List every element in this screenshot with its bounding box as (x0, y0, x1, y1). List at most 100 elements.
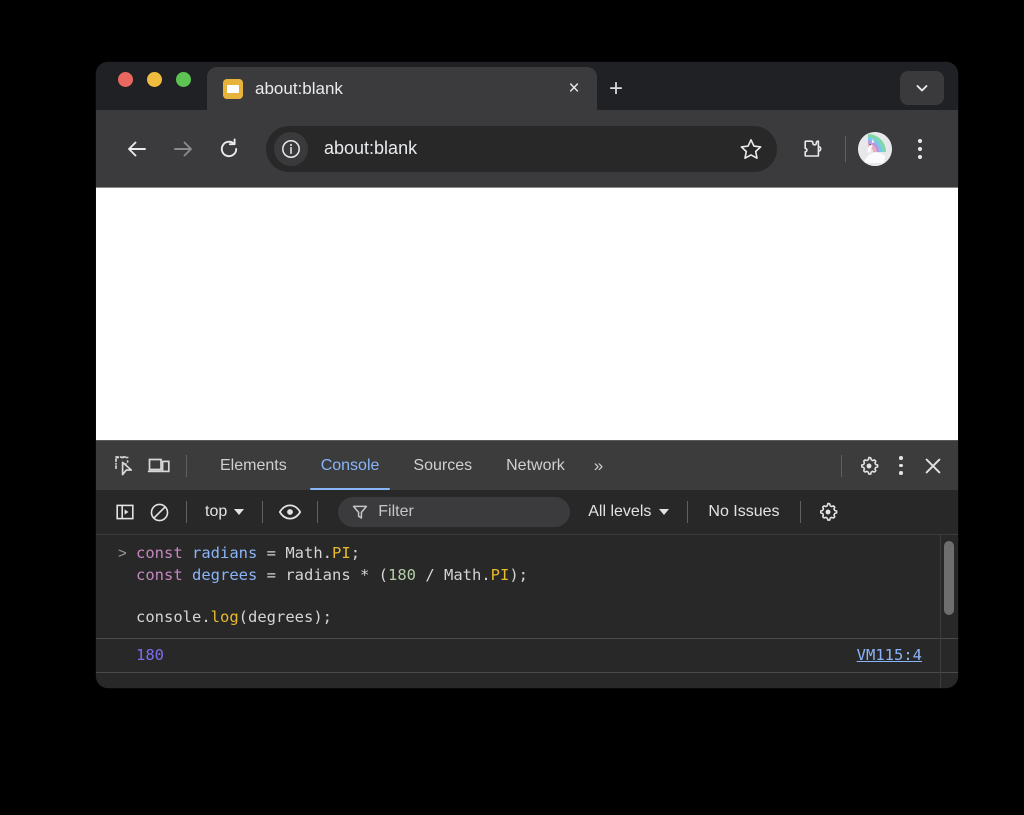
toolbar-divider (845, 135, 846, 162)
back-icon[interactable] (114, 126, 160, 172)
console-input-echo: > const radians = Math.PI; const degrees … (96, 543, 958, 629)
console-log-area[interactable]: > const radians = Math.PI; const degrees … (96, 535, 958, 688)
chevron-down-icon (659, 509, 670, 515)
tab-elements[interactable]: Elements (203, 441, 304, 490)
gear-icon[interactable] (852, 449, 886, 483)
console-filter-placeholder: Filter (378, 503, 414, 520)
log-levels-label: All levels (588, 503, 652, 520)
console-divider-1 (186, 501, 187, 523)
console-divider-3 (317, 501, 319, 523)
tab-console[interactable]: Console (304, 441, 397, 490)
code-token: const (136, 565, 183, 584)
address-bar-url: about:blank (324, 138, 418, 158)
browser-tab-title: about:blank (255, 78, 343, 98)
code-token: console (136, 608, 202, 626)
code-token: ( (238, 608, 249, 626)
filter-icon (353, 505, 368, 519)
browser-menu-icon[interactable] (900, 126, 940, 172)
console-sidebar-icon[interactable] (108, 495, 142, 529)
console-entry-group: > const radians = Math.PI; const degrees … (96, 535, 958, 673)
console-divider-2 (262, 501, 264, 523)
window-close-button[interactable] (118, 71, 133, 87)
code-token: degrees (248, 608, 314, 626)
browser-tab[interactable]: about:blank × (207, 67, 597, 110)
chevron-down-icon[interactable] (900, 71, 944, 105)
code-token: ; (350, 544, 361, 562)
inspect-element-icon[interactable] (108, 449, 142, 483)
code-token: Math (285, 544, 323, 562)
console-code-line: const degrees = radians * (180 / Math.PI… (136, 565, 958, 587)
code-token: degrees (192, 565, 258, 584)
window-minimize-button[interactable] (147, 71, 162, 87)
code-token: PI (490, 565, 510, 584)
forward-icon[interactable] (160, 126, 206, 172)
code-token: . (201, 608, 211, 626)
code-token: * ( (350, 565, 388, 584)
live-expression-eye-icon[interactable] (273, 495, 307, 529)
page-viewport (96, 187, 958, 440)
tab-strip: about:blank × + (96, 62, 958, 110)
code-token: PI (332, 544, 351, 562)
chevron-down-icon (234, 509, 245, 515)
code-token: = (257, 565, 286, 584)
extensions-puzzle-icon[interactable] (791, 126, 833, 172)
console-output-row: 180 VM115:4 (96, 637, 958, 673)
code-token: 180 (388, 565, 416, 584)
console-code-block: const radians = Math.PI; const degrees = … (136, 543, 958, 629)
log-levels-selector[interactable]: All levels (580, 503, 677, 521)
code-token: . (322, 544, 333, 562)
prompt-chevron-icon: > (118, 545, 127, 562)
code-token: log (210, 608, 239, 626)
profile-avatar[interactable] (858, 131, 892, 166)
code-token: radians (285, 565, 351, 584)
devtools-tabbar: Elements Console Sources Network » (96, 441, 958, 490)
close-icon[interactable] (916, 449, 950, 483)
devtools-divider (186, 454, 187, 477)
issues-status-button[interactable]: No Issues (698, 503, 789, 521)
console-scrollbar-track[interactable] (940, 535, 958, 688)
devtools-divider-right (841, 454, 842, 477)
tab-network[interactable]: Network (489, 441, 582, 490)
console-settings-gear-icon[interactable] (811, 495, 845, 529)
clear-console-icon[interactable] (142, 495, 176, 529)
console-filter-input[interactable]: Filter (338, 497, 571, 527)
console-code-line: console.log(degrees); (136, 607, 958, 629)
window-traffic-lights (96, 62, 207, 110)
console-divider-5 (799, 501, 801, 523)
execution-context-label: top (205, 503, 228, 520)
console-code-line (136, 586, 958, 607)
page-favicon-icon (223, 78, 243, 99)
browser-window: about:blank × + about:blank Elements Con… (96, 62, 958, 688)
code-token: . (481, 565, 491, 584)
bookmark-star-icon[interactable] (731, 129, 771, 169)
code-token: radians (192, 544, 258, 562)
devtools-panel-tabs: Elements Console Sources Network » (203, 441, 831, 490)
code-token: const (136, 544, 183, 562)
code-token: ); (313, 608, 333, 626)
devtools-panel: Elements Console Sources Network » top F… (96, 440, 958, 688)
window-maximize-button[interactable] (176, 71, 191, 87)
console-scrollbar-thumb[interactable] (944, 541, 954, 615)
close-tab-icon[interactable]: × (561, 76, 587, 102)
console-output-value: 180 (136, 645, 164, 664)
console-code-line: const radians = Math.PI; (136, 543, 958, 565)
reload-icon[interactable] (206, 126, 252, 172)
more-panels-icon[interactable]: » (582, 441, 615, 490)
devtools-more-options-icon[interactable] (886, 449, 916, 483)
code-token: / (416, 565, 444, 584)
browser-toolbar: about:blank (96, 110, 958, 187)
code-token: Math (444, 565, 482, 584)
code-token: = (257, 544, 286, 562)
tab-sources[interactable]: Sources (396, 441, 489, 490)
address-bar[interactable]: about:blank (266, 125, 777, 172)
site-info-icon[interactable] (274, 131, 308, 166)
new-tab-icon[interactable]: + (597, 67, 635, 110)
execution-context-selector[interactable]: top (197, 503, 252, 521)
device-toolbar-icon[interactable] (142, 449, 176, 483)
console-divider-4 (687, 501, 689, 523)
code-token: ); (509, 565, 529, 584)
console-toolbar: top Filter All levels No Issues (96, 490, 958, 535)
console-source-link[interactable]: VM115:4 (857, 644, 922, 666)
devtools-tabbar-actions (831, 449, 950, 483)
